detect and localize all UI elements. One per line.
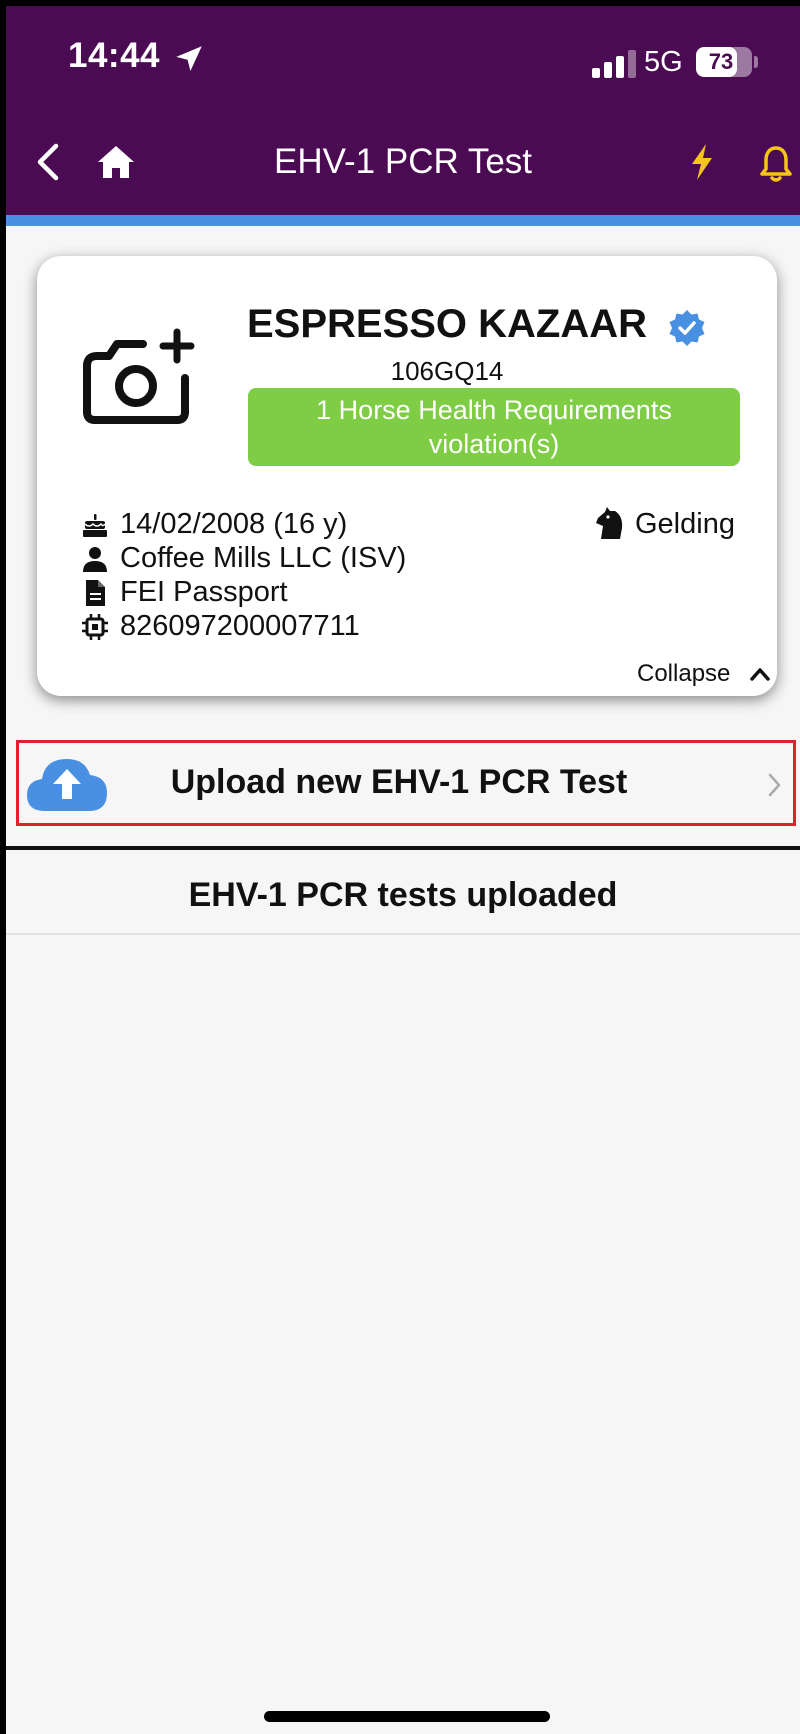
home-icon[interactable] (96, 142, 136, 182)
gender-text: Gelding (635, 508, 735, 540)
cloud-upload-icon (27, 759, 107, 811)
chevron-right-icon (768, 773, 781, 797)
battery-tip (754, 56, 758, 68)
passport-text: FEI Passport (120, 576, 288, 608)
horse-name: ESPRESSO KAZAAR (246, 302, 648, 346)
app-screen: 14:44 5G 73 EHV-1 PCR Test ESPRESSO KAZA… (6, 6, 800, 1734)
section-divider (6, 846, 800, 850)
chip-number-text: 826097200007711 (120, 610, 360, 642)
horse-id: 106GQ14 (390, 356, 504, 386)
uploaded-tests-heading: EHV-1 PCR tests uploaded (188, 876, 618, 914)
page-title: EHV-1 PCR Test (273, 142, 533, 181)
horse-head-icon (596, 507, 623, 539)
collapse-label[interactable]: Collapse (637, 660, 730, 688)
location-arrow-icon (176, 46, 202, 72)
cellular-signal-icon (592, 50, 636, 78)
header-accent-line (6, 215, 800, 226)
network-type: 5G (644, 46, 683, 78)
microchip-icon (82, 614, 108, 640)
add-photo-camera-icon[interactable] (81, 326, 195, 426)
upload-test-label: Upload new EHV-1 PCR Test (170, 763, 628, 801)
horse-info-card: ESPRESSO KAZAAR 106GQ14 1 Horse Health R… (37, 256, 777, 696)
verified-badge-icon (669, 310, 705, 346)
document-icon (86, 580, 105, 606)
upload-test-button[interactable]: Upload new EHV-1 PCR Test (16, 740, 796, 826)
lightning-bolt-icon[interactable] (686, 142, 718, 182)
back-chevron-icon[interactable] (28, 140, 68, 184)
birthday-cake-icon (83, 514, 107, 537)
birth-date-text: 14/02/2008 (16 y) (120, 508, 348, 540)
person-icon (83, 547, 107, 572)
owner-text: Coffee Mills LLC (ISV) (120, 542, 407, 574)
top-bar: 14:44 5G 73 EHV-1 PCR Test (6, 6, 800, 215)
home-indicator[interactable] (264, 1711, 550, 1722)
violation-badge[interactable]: 1 Horse Health Requirements violation(s) (248, 388, 740, 466)
battery-level: 73 (708, 49, 734, 74)
status-time: 14:44 (68, 36, 161, 75)
chevron-up-icon[interactable] (749, 664, 771, 684)
heading-divider (6, 933, 800, 935)
battery-icon: 73 (696, 47, 752, 77)
notification-bell-icon[interactable] (758, 144, 794, 184)
